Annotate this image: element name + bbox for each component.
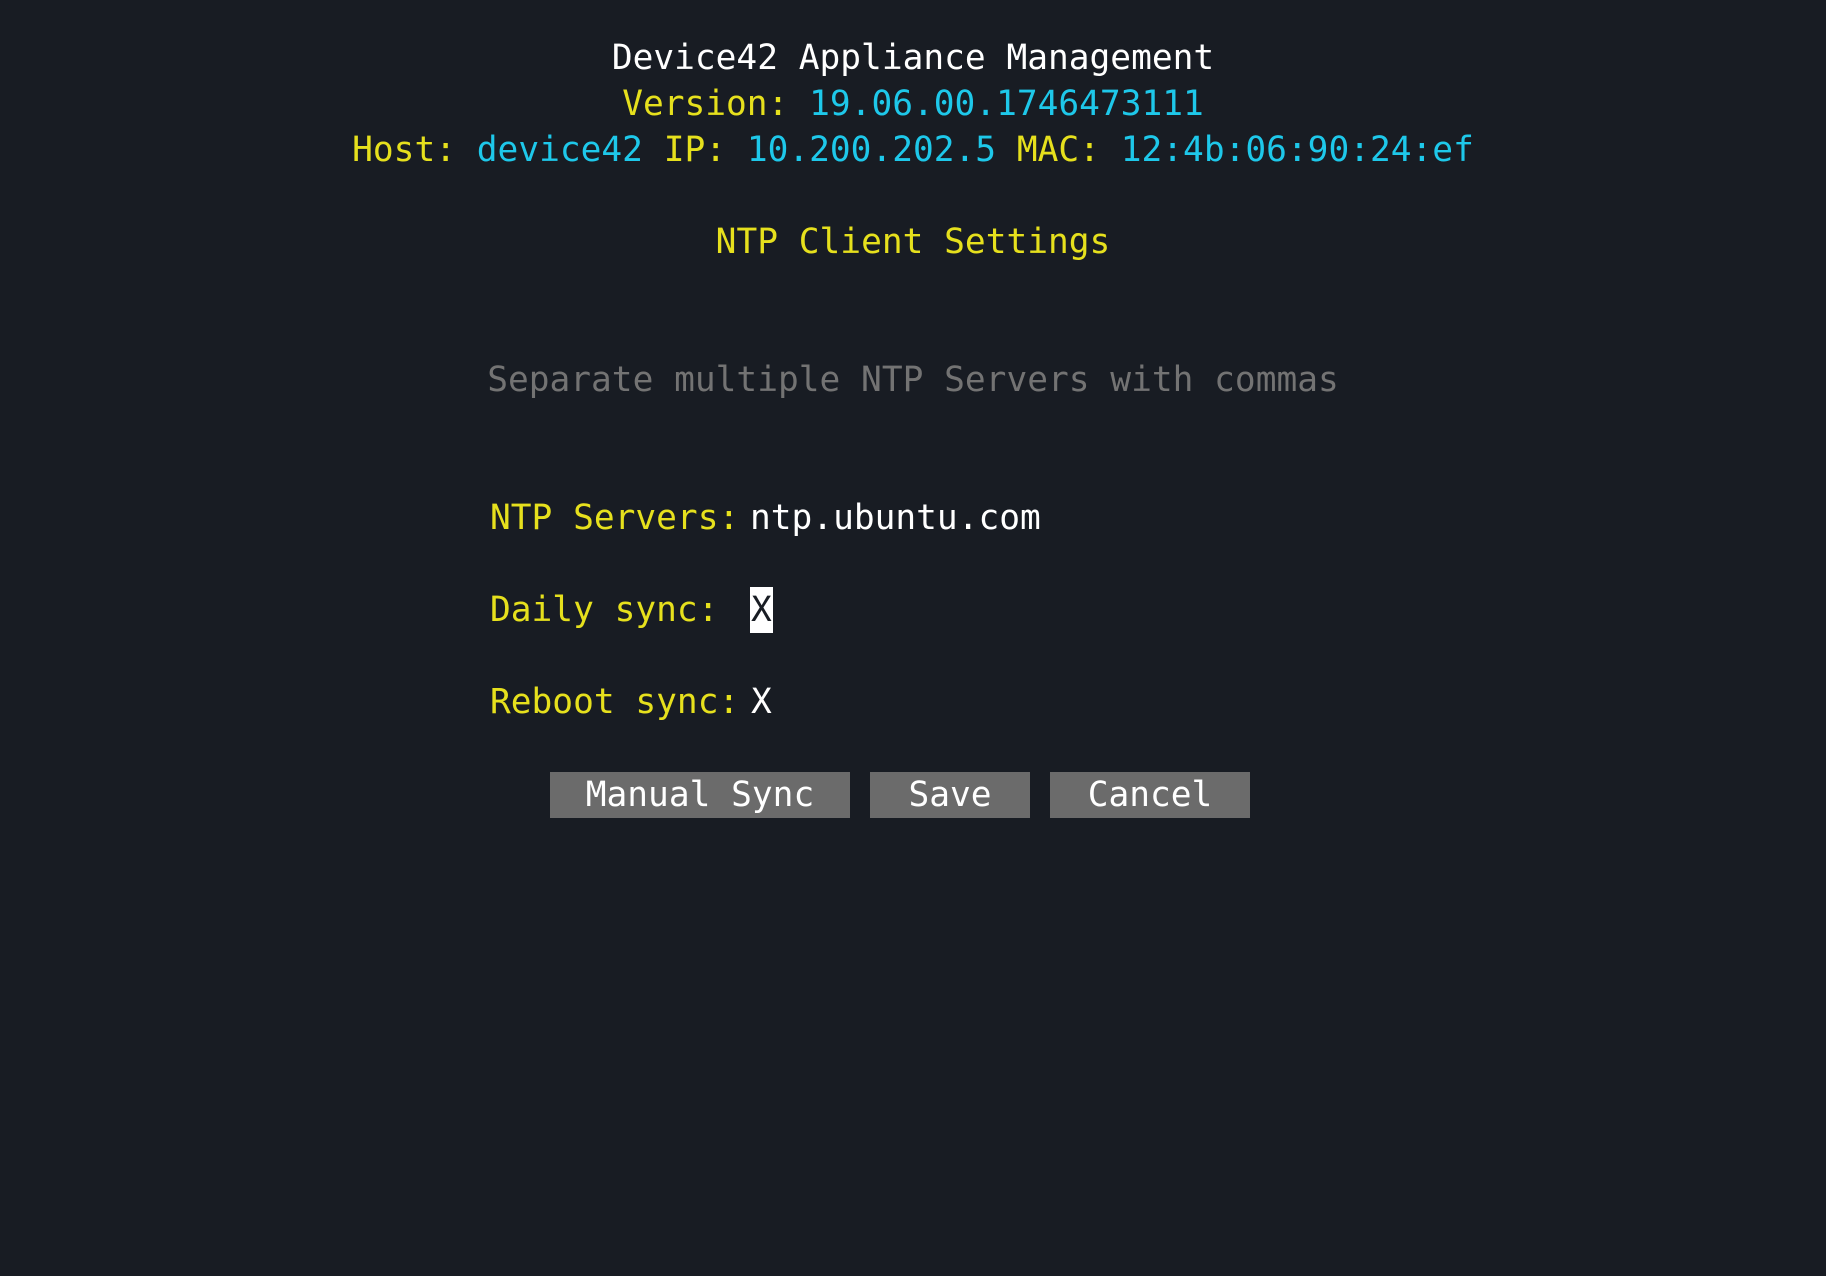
cancel-button[interactable]: Cancel <box>1050 772 1250 818</box>
version-value: 19.06.00.1746473111 <box>809 84 1204 124</box>
reboot-sync-row: Reboot sync: X <box>490 679 772 725</box>
hint-text: Separate multiple NTP Servers with comma… <box>487 360 1339 400</box>
version-line: Version: 19.06.00.1746473111 <box>0 81 1826 127</box>
reboot-sync-checkbox[interactable]: X <box>750 679 773 725</box>
ntp-servers-label: NTP Servers: <box>490 498 740 538</box>
daily-sync-label: Daily sync: <box>490 590 719 630</box>
reboot-sync-checkbox-wrap: X <box>750 679 773 725</box>
host-line: Host: device42 IP: 10.200.202.5 MAC: 12:… <box>0 127 1826 173</box>
ntp-servers-input[interactable]: ntp.ubuntu.com <box>750 495 1041 541</box>
ntp-servers-row: NTP Servers: ntp.ubuntu.com <box>490 495 1041 541</box>
app-title: Device42 Appliance Management <box>611 38 1215 78</box>
host-label: Host: <box>352 130 456 170</box>
daily-sync-checkbox[interactable]: X <box>750 587 773 633</box>
host-value: device42 <box>476 130 643 170</box>
mac-label: MAC: <box>1016 130 1100 170</box>
mac-value: 12:4b:06:90:24:ef <box>1120 130 1474 170</box>
version-label: Version: <box>622 84 789 124</box>
daily-sync-row: Daily sync: X <box>490 587 773 633</box>
ip-value: 10.200.202.5 <box>746 130 997 170</box>
ip-label: IP: <box>663 130 727 170</box>
save-button[interactable]: Save <box>870 772 1030 818</box>
reboot-sync-label: Reboot sync: <box>490 682 740 722</box>
daily-sync-checkbox-wrap: X <box>750 587 773 633</box>
page-title: NTP Client Settings <box>715 222 1111 262</box>
manual-sync-button[interactable]: Manual Sync <box>550 772 850 818</box>
